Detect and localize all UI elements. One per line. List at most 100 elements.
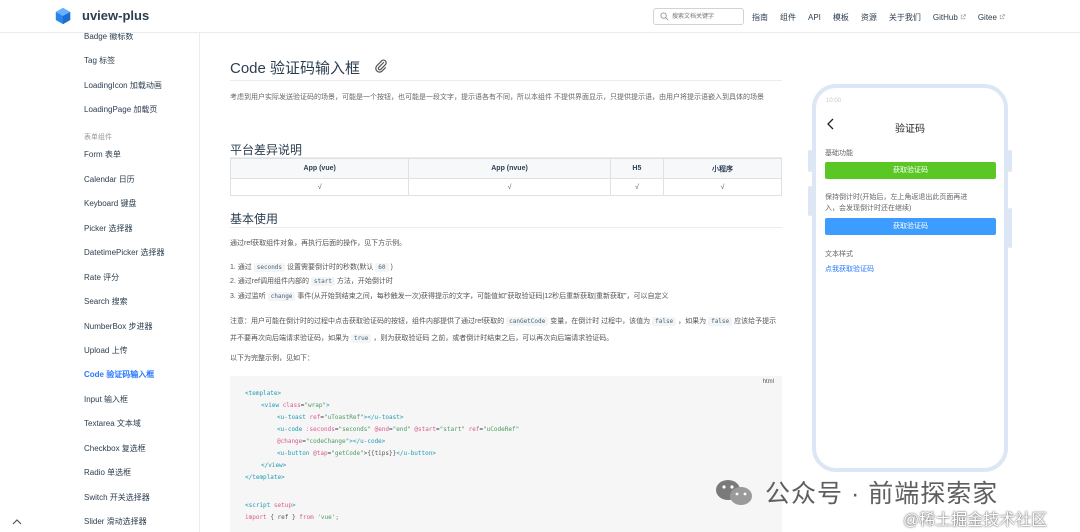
step-1: 1. 通过 seconds 设置需要倒计时的秒数(默认 60 ) [230, 262, 393, 272]
table-cell: √ [408, 178, 611, 196]
uview-logo-icon[interactable] [54, 7, 72, 25]
search-box[interactable] [653, 8, 744, 25]
section-divider [230, 227, 782, 228]
code-line: <u-code :seconds="seconds" @end="end" @s… [277, 426, 520, 433]
nav-link-github[interactable]: GitHub [933, 11, 966, 23]
section-title-basic-usage: 基本使用 [230, 212, 279, 226]
sidebar: Badge 徽标数 Tag 标签 LoadingIcon 加载动画 Loadin… [0, 32, 200, 532]
phone-section-label: 入，会发现倒计时还在继续) [825, 205, 912, 212]
sidebar-item-input[interactable]: Input 输入框 [84, 394, 128, 405]
sidebar-item-picker[interactable]: Picker 选择器 [84, 223, 132, 234]
nav-link-resources[interactable]: 资源 [861, 11, 877, 23]
search-input[interactable] [672, 10, 742, 23]
top-navbar: uview-plus 指南 组件 API 模板 资源 关于我们 GitHub G… [0, 0, 1080, 33]
intro-text: 考虑到用户实际发送验证码的场景，可能是一个按钮，也可能是一段文字，提示语各有不同… [230, 94, 764, 101]
sidebar-item-tag[interactable]: Tag 标签 [84, 55, 115, 66]
sidebar-item-datetimepicker[interactable]: DatetimePicker 选择器 [84, 247, 164, 258]
step-text: 3. 通过监听 [230, 293, 266, 300]
phone-status-time: 10:00 [826, 98, 842, 104]
code-line: </view> [261, 462, 286, 469]
code-token: 'vue'; [317, 514, 339, 521]
code-token: ></u-toast> [363, 414, 404, 421]
inline-code: false [652, 317, 677, 326]
title-divider [230, 80, 782, 81]
search-icon [660, 12, 669, 21]
note-text: 变量，在倒计时 过程中，该值为 [550, 318, 651, 325]
inline-code: seconds [253, 263, 286, 272]
note-paragraph: 注意：用户可能在倒计时的过程中点击获取验证码的按钮，组件内部提供了通过ref获取… [230, 313, 782, 347]
nav-link-templates[interactable]: 模板 [833, 11, 849, 23]
step-2: 2. 通过ref调用组件内部的 start 方法，开始倒计时 [230, 276, 393, 286]
get-code-button[interactable]: 获取验证码 [825, 162, 996, 179]
phone-side-button [1008, 150, 1012, 172]
code-token: "uToastRef" [324, 414, 364, 421]
code-token: <u-button [277, 450, 310, 457]
table-header-cell: 小程序 [663, 158, 782, 179]
sidebar-item-upload[interactable]: Upload 上传 [84, 345, 128, 356]
phone-page-title: 验证码 [895, 124, 925, 135]
code-line: <template> [245, 390, 281, 397]
note-text: 注意：用户可能在倒计时的过程中点击获取验证码的按钮，组件内部提供了通过ref获取… [230, 318, 505, 325]
code-block[interactable]: html <template> <view class="wrap"> <u-t… [230, 376, 782, 532]
phone-section-label: 基础功能 [825, 150, 853, 157]
code-line: import { ref } from 'vue'; [245, 514, 339, 521]
code-token: ></u-code> [349, 438, 386, 445]
code-token: @change [277, 438, 303, 445]
paperclip-icon[interactable] [374, 59, 388, 73]
nav-link-github-label: GitHub [932, 12, 958, 22]
nav-link-gitee[interactable]: Gitee [978, 11, 1005, 23]
nav-link-components[interactable]: 组件 [780, 11, 796, 23]
note-text: ，如果为 [678, 318, 707, 325]
sidebar-item-switch[interactable]: Switch 开关选择器 [84, 492, 150, 503]
chevron-up-icon[interactable] [12, 517, 22, 527]
code-token: "wrap" [304, 402, 327, 409]
sidebar-item-loadingicon[interactable]: LoadingIcon 加载动画 [84, 80, 162, 91]
table-header-cell: H5 [609, 158, 665, 179]
sidebar-item-code[interactable]: Code 验证码输入框 [84, 369, 154, 380]
step-text: 方法，开始倒计时 [336, 278, 393, 285]
table-header-row: App (vue) App (nvue) H5 小程序 [229, 158, 782, 179]
note-text: ，则为获取验证码 之前，或者倒计时结束之后，可以再次向后端请求验证码。 [373, 335, 614, 342]
code-token: "codeChange" [305, 438, 350, 445]
sidebar-item-loadingpage[interactable]: LoadingPage 加载页 [84, 104, 157, 115]
code-token: > [326, 402, 330, 409]
platform-diff-table: App (vue) App (nvue) H5 小程序 √ √ √ √ [229, 158, 782, 196]
sidebar-item-slider[interactable]: Slider 滑动选择器 [84, 516, 147, 527]
sidebar-group-form: 表单组件 [84, 134, 112, 141]
phone-section-label: 文本样式 [825, 251, 853, 258]
sidebar-item-keyboard[interactable]: Keyboard 键盘 [84, 198, 136, 209]
usage-intro: 通过ref获取组件对象，再执行后面的操作，见下方示例。 [230, 240, 407, 247]
get-code-link[interactable]: 点我获取验证码 [825, 264, 874, 274]
sidebar-item-search[interactable]: Search 搜索 [84, 296, 128, 307]
code-line: <script setup> [245, 502, 296, 509]
code-token: <view [261, 402, 280, 409]
phone-preview: 10:00 验证码 基础功能 获取验证码 保持倒计时(开始后，左上角返退出此页面… [812, 84, 1008, 472]
code-line: <u-button @tap="getCode">{{tips}}</u-but… [277, 450, 436, 457]
code-token: setup [273, 502, 292, 509]
code-token: @end [374, 426, 390, 433]
code-token: "seconds" [338, 426, 371, 433]
code-token: <u-toast [277, 414, 306, 421]
step-text: 2. 通过ref调用组件内部的 [230, 278, 309, 285]
nav-link-api[interactable]: API [808, 11, 821, 23]
sidebar-item-form[interactable]: Form 表单 [84, 149, 121, 160]
sidebar-item-rate[interactable]: Rate 评分 [84, 272, 119, 283]
code-line: <u-toast ref="uToastRef"></u-toast> [277, 414, 404, 421]
site-name[interactable]: uview-plus [82, 8, 149, 23]
sidebar-item-radio[interactable]: Radio 单选框 [84, 467, 131, 478]
nav-link-guide[interactable]: 指南 [752, 11, 768, 23]
get-code-keep-button[interactable]: 获取验证码 [825, 218, 996, 235]
step-text: 事件(从开始到结束之间，每秒触发一次)获得提示的文字，可能值如"获取验证码|12… [297, 293, 669, 300]
step-3: 3. 通过监听 change 事件(从开始到结束之间，每秒触发一次)获得提示的文… [230, 291, 668, 301]
code-token: ref [468, 426, 480, 433]
sidebar-item-calendar[interactable]: Calendar 日历 [84, 174, 135, 185]
juejin-watermark: @稀土掘金技术社区 [903, 512, 1048, 529]
nav-link-about[interactable]: 关于我们 [889, 11, 921, 23]
code-token: </u-button> [396, 450, 436, 457]
code-token: import [245, 514, 267, 521]
sidebar-item-numberbox[interactable]: NumberBox 步进器 [84, 321, 152, 332]
sidebar-item-textarea[interactable]: Textarea 文本域 [84, 418, 141, 429]
sidebar-item-checkbox[interactable]: Checkbox 复选框 [84, 443, 146, 454]
external-link-icon [960, 14, 966, 20]
code-token: "getCode" [331, 450, 364, 457]
